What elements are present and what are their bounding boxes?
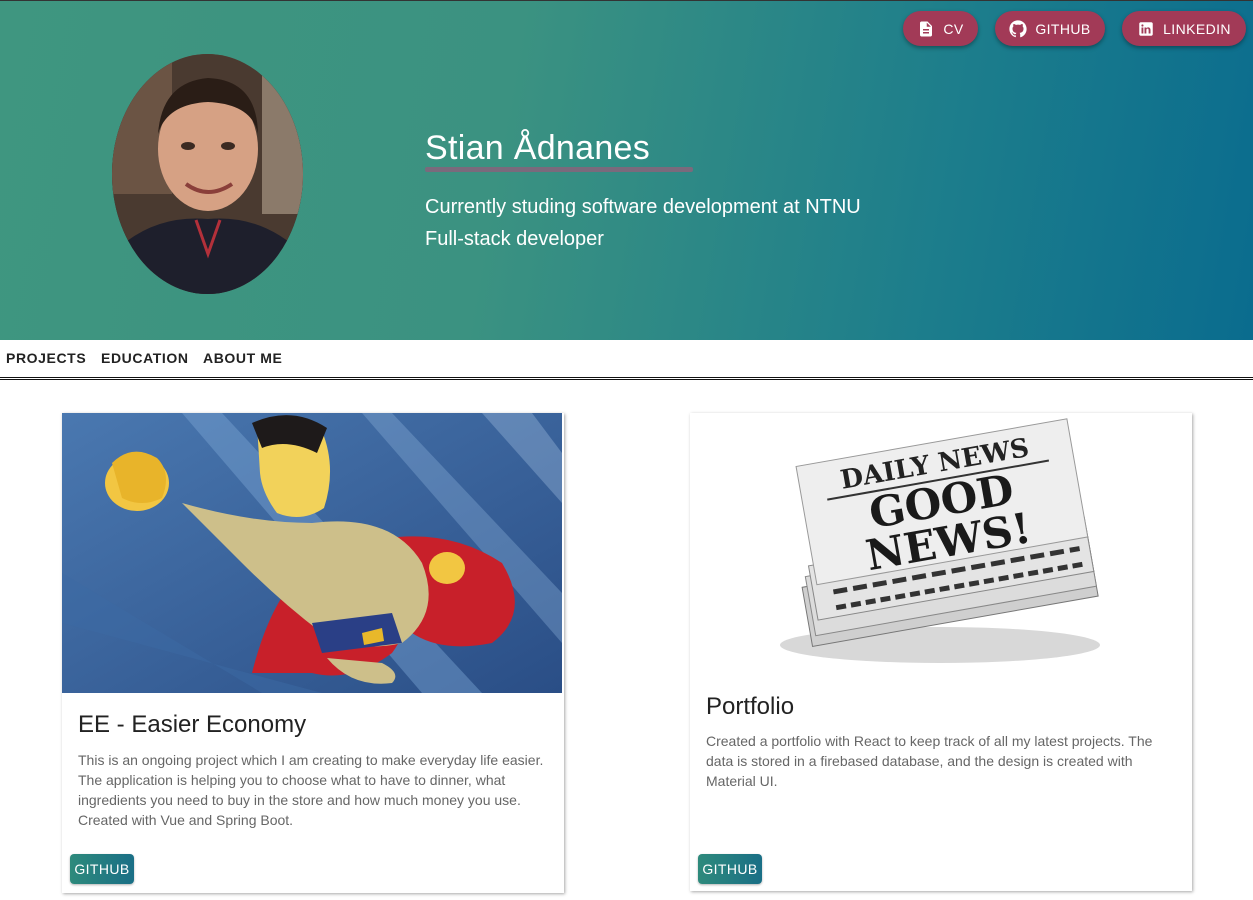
linkedin-icon	[1139, 21, 1153, 36]
project-title: Portfolio	[706, 693, 795, 720]
project-github-button[interactable]: GITHUB	[70, 854, 134, 884]
project-github-button[interactable]: GITHUB	[698, 854, 762, 884]
newspaper-image: DAILY NEWS GOOD NEWS!	[690, 413, 1190, 693]
cv-button-label: CV	[943, 20, 964, 37]
project-title: EE - Easier Economy	[78, 711, 307, 738]
profile-photo	[112, 54, 303, 294]
project-image-superhero	[62, 413, 562, 693]
linkedin-button-label: LINKEDIN	[1163, 20, 1231, 37]
superhero-illustration	[62, 413, 562, 693]
nav-about-me[interactable]: ABOUT ME	[203, 350, 282, 366]
name-underline	[425, 167, 693, 172]
project-description: This is an ongoing project which I am cr…	[78, 752, 544, 828]
tagline-study: Currently studing software development a…	[425, 196, 861, 218]
profile-header: CV GITHUB LINKEDIN Stian Ådnanes Current…	[0, 0, 1253, 340]
project-card-portfolio: DAILY NEWS GOOD NEWS! Portfolio Created …	[690, 413, 1192, 891]
github-icon	[1009, 19, 1027, 37]
nav-education[interactable]: EDUCATION	[101, 350, 189, 366]
project-image-newspaper: DAILY NEWS GOOD NEWS!	[690, 413, 1190, 693]
github-button[interactable]: GITHUB	[995, 11, 1105, 46]
profile-name: Stian Ådnanes	[425, 129, 651, 167]
linkedin-button[interactable]: LINKEDIN	[1122, 11, 1246, 46]
section-nav: PROJECTS EDUCATION ABOUT ME	[0, 340, 1253, 380]
tagline-role: Full-stack developer	[425, 228, 604, 250]
nav-projects[interactable]: PROJECTS	[6, 350, 86, 366]
document-icon	[920, 21, 933, 36]
project-description: Created a portfolio with React to keep t…	[706, 733, 1153, 789]
profile-avatar	[112, 54, 303, 294]
cv-button[interactable]: CV	[903, 11, 978, 46]
github-button-label: GITHUB	[1035, 20, 1091, 37]
project-card-easier-economy: EE - Easier Economy This is an ongoing p…	[62, 413, 564, 893]
